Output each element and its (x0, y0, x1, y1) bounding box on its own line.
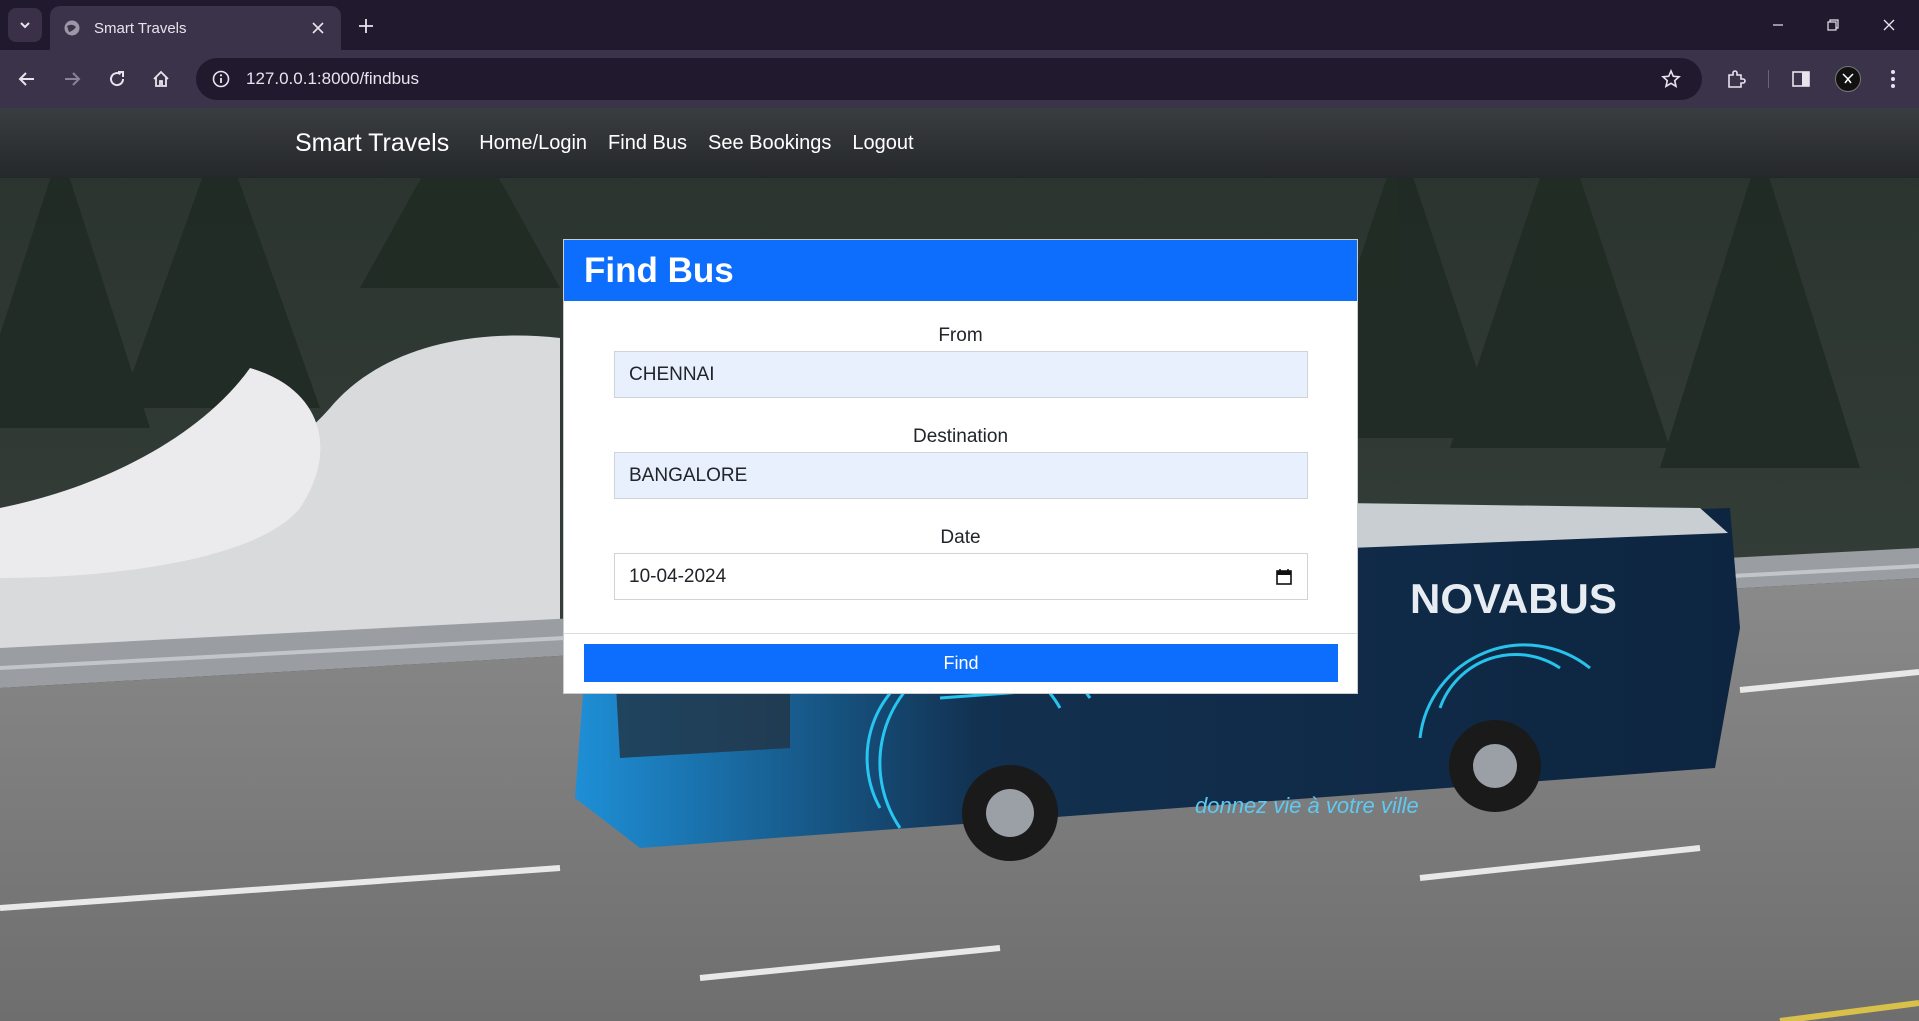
globe-icon (62, 18, 82, 38)
minimize-icon (1773, 24, 1783, 26)
nav-link-home-login[interactable]: Home/Login (479, 132, 587, 155)
restore-icon (1827, 19, 1839, 31)
from-input[interactable]: CHENNAI (614, 351, 1308, 398)
find-bus-card: Find Bus From CHENNAI Destination BANGAL… (563, 239, 1358, 694)
navbar-brand[interactable]: Smart Travels (295, 129, 449, 158)
find-bus-form: From CHENNAI Destination BANGALORE Date … (564, 301, 1357, 633)
reload-button[interactable] (100, 62, 134, 96)
address-bar[interactable]: 127.0.0.1:8000/findbus (196, 58, 1702, 100)
extensions-icon[interactable] (1719, 62, 1753, 96)
card-title: Find Bus (584, 250, 734, 290)
home-icon (153, 70, 169, 87)
card-footer: Find (564, 633, 1357, 693)
forward-button[interactable] (55, 62, 89, 96)
calendar-icon[interactable] (1275, 568, 1293, 586)
arrow-right-icon (65, 72, 81, 86)
close-window-button[interactable] (1866, 8, 1912, 42)
browser-toolbar: 127.0.0.1:8000/findbus (0, 50, 1919, 108)
browser-tab-strip: Smart Travels (0, 0, 1919, 50)
browser-menu-button[interactable] (1876, 62, 1910, 96)
close-icon (1883, 19, 1895, 31)
destination-label: Destination (912, 426, 1009, 447)
date-value: 10-04-2024 (629, 565, 727, 587)
site-info-icon[interactable] (208, 66, 234, 92)
find-button[interactable]: Find (584, 644, 1338, 682)
nav-link-find-bus[interactable]: Find Bus (608, 132, 687, 155)
kebab-menu-icon (1891, 70, 1895, 88)
minimize-button[interactable] (1755, 8, 1801, 42)
close-tab-icon[interactable] (307, 17, 329, 39)
date-input[interactable]: 10-04-2024 (614, 553, 1308, 600)
restore-button[interactable] (1810, 8, 1856, 42)
bookmark-star-icon[interactable] (1655, 63, 1687, 95)
back-button[interactable] (10, 62, 44, 96)
site-navbar: Smart Travels Home/Login Find Bus See Bo… (0, 108, 1919, 178)
reload-icon (110, 71, 125, 87)
tab-title: Smart Travels (94, 19, 187, 37)
destination-value: BANGALORE (629, 464, 748, 486)
web-page: NOVABUS donnez vie à votre ville Smart T… (0, 108, 1919, 1021)
arrow-left-icon (18, 72, 34, 86)
destination-input[interactable]: BANGALORE (614, 452, 1308, 499)
nav-link-see-bookings[interactable]: See Bookings (708, 132, 831, 155)
avatar-icon (1835, 66, 1861, 92)
chevron-down-icon (20, 22, 30, 29)
nav-link-logout[interactable]: Logout (852, 132, 913, 155)
tab-search-button[interactable] (8, 8, 42, 42)
bus-brand-text: NOVABUS (1410, 575, 1617, 622)
profile-avatar[interactable] (1831, 62, 1865, 96)
card-header: Find Bus (564, 240, 1357, 301)
from-label: From (938, 325, 983, 346)
home-button[interactable] (144, 62, 178, 96)
browser-tab[interactable]: Smart Travels (50, 6, 341, 50)
plus-icon (359, 19, 373, 33)
from-value: CHENNAI (629, 363, 715, 385)
url-text: 127.0.0.1:8000/findbus (246, 69, 419, 88)
new-tab-button[interactable] (352, 12, 380, 40)
bus-slogan-text: donnez vie à votre ville (1195, 793, 1419, 818)
date-label: Date (940, 527, 981, 548)
toolbar-divider (1768, 70, 1769, 88)
side-panel-icon[interactable] (1784, 62, 1818, 96)
